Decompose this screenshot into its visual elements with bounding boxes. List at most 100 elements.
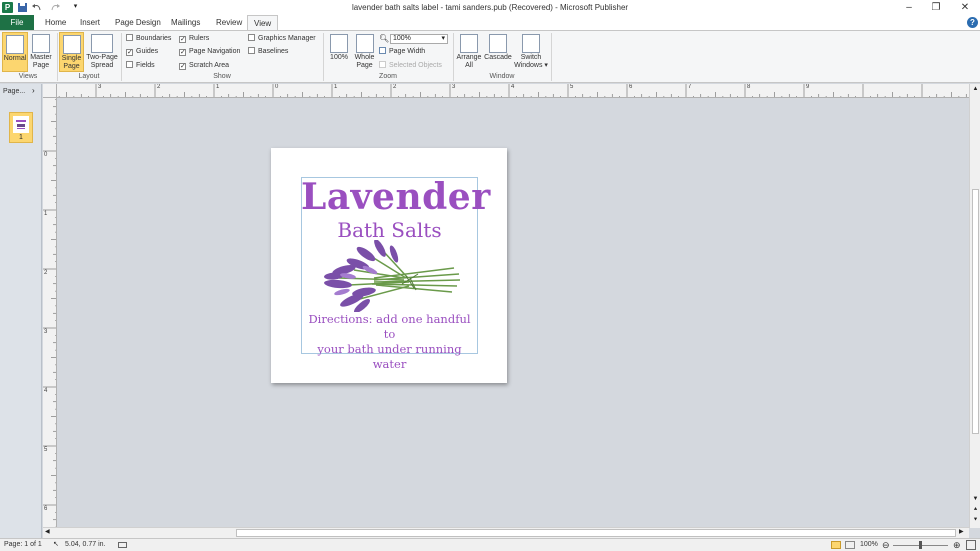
two-page-label-2: Spread xyxy=(90,62,114,69)
scratch-area-label: Scratch Area xyxy=(189,62,230,69)
vertical-scroll-thumb[interactable] xyxy=(972,189,979,434)
vertical-ruler[interactable]: 0 1 2 3 4 5 6 xyxy=(43,98,57,528)
rulers-checkbox[interactable]: ✓ Rulers xyxy=(179,34,209,43)
tab-review[interactable]: Review xyxy=(210,15,248,30)
fields-label: Fields xyxy=(136,62,155,69)
chevron-down-icon[interactable]: ▾ xyxy=(441,35,445,43)
vertical-scrollbar[interactable]: ▲ ▼ ⯅ ⯆ xyxy=(969,84,980,528)
checkbox-icon xyxy=(248,47,255,54)
single-page-view-icon[interactable] xyxy=(831,541,841,549)
tab-view[interactable]: View xyxy=(247,15,279,30)
whole-page-button[interactable]: Whole Page xyxy=(352,32,377,72)
two-page-view-icon[interactable] xyxy=(845,541,855,549)
master-page-button[interactable]: Master Page xyxy=(29,32,53,72)
horizontal-ruler[interactable]: 3 2 1 0 1 2 3 4 5 6 7 8 9 xyxy=(43,84,969,98)
zoom-combo-box[interactable]: 100% ▾ xyxy=(390,34,448,44)
ruler-label: 0 xyxy=(275,84,279,90)
directions-line-1: Directions: add one handful to xyxy=(308,312,471,341)
single-page-label-1: Single xyxy=(61,55,82,62)
group-divider xyxy=(551,33,552,81)
checkmark-icon: ✓ xyxy=(126,49,133,56)
arrange-all-button[interactable]: Arrange All xyxy=(455,32,483,72)
ruler-label: 1 xyxy=(216,84,220,90)
page-navigation-checkbox[interactable]: ✓ Page Navigation xyxy=(179,47,240,56)
checkmark-icon: ✓ xyxy=(179,63,186,70)
fit-page-icon[interactable] xyxy=(966,540,976,550)
scratch-area[interactable] xyxy=(58,99,969,527)
previous-page-icon[interactable]: ⯅ xyxy=(971,507,980,515)
ruler-corner[interactable] xyxy=(43,84,57,98)
tab-page-design[interactable]: Page Design xyxy=(109,15,167,30)
single-page-label-2: Page xyxy=(63,63,80,70)
scratch-area-checkbox[interactable]: ✓ Scratch Area xyxy=(179,61,229,70)
zoom-100-icon xyxy=(330,34,348,53)
ruler-label: 7 xyxy=(688,84,692,90)
two-page-spread-button[interactable]: Two-Page Spread xyxy=(85,32,119,72)
restore-icon[interactable]: ❐ xyxy=(926,2,946,13)
thumbnail-preview xyxy=(13,116,29,133)
graphics-manager-checkbox[interactable]: Graphics Manager xyxy=(248,34,316,43)
cursor-position-icon: ↖ xyxy=(53,541,59,548)
show-group-label: Show xyxy=(213,73,231,80)
cursor-position-status: 5.04, 0.77 in. xyxy=(65,541,106,548)
whole-page-label-2: Page xyxy=(356,62,373,69)
baselines-checkbox[interactable]: Baselines xyxy=(248,47,288,56)
ruler-label: 5 xyxy=(44,447,48,453)
guides-checkbox[interactable]: ✓ Guides xyxy=(126,47,158,56)
page-width-button[interactable]: Page Width xyxy=(379,47,425,56)
arrange-label-1: Arrange xyxy=(456,54,482,61)
nav-pane-header[interactable]: Page... xyxy=(0,84,42,99)
switch-windows-button[interactable]: Switch Windows ▾ xyxy=(513,32,549,72)
lavender-bouquet-image[interactable] xyxy=(314,240,464,312)
zoom-in-icon[interactable]: ⊕ xyxy=(953,539,961,551)
boundaries-checkbox[interactable]: Boundaries xyxy=(126,34,171,43)
tab-file[interactable]: File xyxy=(0,15,34,30)
tab-home[interactable]: Home xyxy=(39,15,72,30)
normal-view-icon xyxy=(6,35,24,54)
zoom-slider-thumb[interactable] xyxy=(919,541,922,549)
label-subtitle[interactable]: Bath Salts xyxy=(301,218,478,242)
ruler-label: 1 xyxy=(334,84,338,90)
zoom-out-icon[interactable]: ⊖ xyxy=(882,539,890,551)
zoom-100-button[interactable]: 100% xyxy=(327,32,351,72)
close-icon[interactable]: ✕ xyxy=(955,2,975,13)
horizontal-scrollbar[interactable]: ◀ ▶ xyxy=(43,527,969,538)
checkbox-icon xyxy=(126,61,133,68)
tab-insert[interactable]: Insert xyxy=(74,15,106,30)
ruler-label: 3 xyxy=(44,329,48,335)
scroll-up-icon[interactable]: ▲ xyxy=(971,86,980,94)
checkbox-icon xyxy=(248,34,255,41)
normal-view-button[interactable]: Normal xyxy=(2,32,28,72)
scroll-right-icon[interactable]: ▶ xyxy=(959,528,967,537)
label-title[interactable]: Lavender xyxy=(301,176,490,218)
minimize-icon[interactable]: – xyxy=(899,2,919,13)
cascade-button[interactable]: Cascade xyxy=(484,32,512,72)
checkmark-icon: ✓ xyxy=(179,49,186,56)
ruler-label: 4 xyxy=(511,84,515,90)
scroll-down-icon[interactable]: ▼ xyxy=(971,496,980,504)
page-count-status[interactable]: Page: 1 of 1 xyxy=(4,539,42,551)
zoom-level-status[interactable]: 100% xyxy=(860,539,878,551)
page-thumbnail[interactable]: 1 xyxy=(9,112,33,143)
ruler-label: 2 xyxy=(157,84,161,90)
scroll-left-icon[interactable]: ◀ xyxy=(45,528,53,537)
selected-objects-label: Selected Objects xyxy=(389,62,442,69)
layout-group-label: Layout xyxy=(78,73,100,80)
ruler-label: 4 xyxy=(44,388,48,394)
selected-objects-icon xyxy=(379,61,386,68)
single-page-icon xyxy=(62,35,81,54)
master-page-label-2: Page xyxy=(32,62,50,69)
fields-checkbox[interactable]: Fields xyxy=(126,61,155,70)
graphics-manager-label: Graphics Manager xyxy=(258,35,316,42)
collapse-chevron-icon[interactable]: › xyxy=(32,86,35,95)
directions-text[interactable]: Directions: add one handful to your bath… xyxy=(301,312,478,372)
next-page-icon[interactable]: ⯆ xyxy=(971,517,980,525)
normal-view-label: Normal xyxy=(3,55,27,62)
help-icon[interactable]: ? xyxy=(967,17,978,28)
tab-mailings[interactable]: Mailings xyxy=(165,15,206,30)
single-page-button[interactable]: Single Page xyxy=(59,32,84,72)
ruler-label: 5 xyxy=(570,84,574,90)
two-page-label-1: Two-Page xyxy=(86,54,118,61)
zoom-group-label: Zoom xyxy=(379,73,397,80)
horizontal-scroll-thumb[interactable] xyxy=(236,529,956,537)
